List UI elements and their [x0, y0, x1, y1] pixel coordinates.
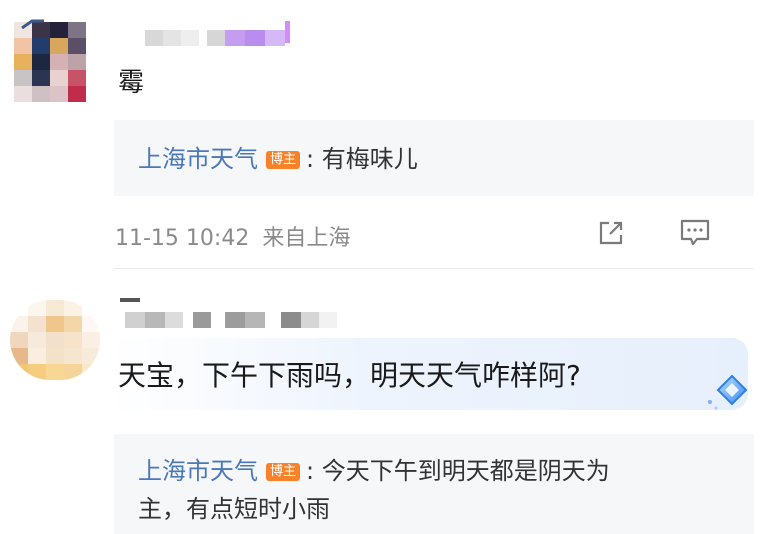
- ai-diamond-icon[interactable]: [704, 372, 750, 412]
- reply-text-continued: 主，有点短时小雨: [138, 495, 330, 523]
- divider: [114, 268, 754, 269]
- comment-button[interactable]: [678, 216, 712, 250]
- reply-text: 今天下午到明天都是阴天为: [321, 457, 610, 485]
- timestamp: 11-15 10:42: [115, 226, 250, 251]
- decorative-mark: [120, 298, 140, 302]
- blogger-badge: 博主: [266, 463, 301, 481]
- avatar-badge-icon: [20, 14, 46, 30]
- reply-separator: :: [306, 457, 315, 485]
- reply-author-link[interactable]: 上海市天气: [138, 457, 258, 485]
- reply-line: 上海市天气 博主: 有梅味儿: [138, 140, 418, 178]
- blogger-badge: 博主: [266, 151, 301, 169]
- comment-text: 霉: [118, 68, 145, 98]
- share-icon: [599, 221, 623, 245]
- location: 来自上海: [262, 226, 351, 251]
- avatar[interactable]: [10, 300, 100, 380]
- reply-box[interactable]: 上海市天气 博主: 有梅味儿: [114, 120, 754, 196]
- avatar[interactable]: [14, 22, 86, 102]
- reply-box[interactable]: 上海市天气 博主: 今天下午到明天都是阴天为 主，有点短时小雨: [114, 434, 754, 534]
- reply-text: 有梅味儿: [321, 145, 418, 173]
- username-blurred[interactable]: [125, 312, 337, 328]
- reply-line: 上海市天气 博主: 今天下午到明天都是阴天为 主，有点短时小雨: [138, 452, 738, 528]
- comment-icon: [680, 219, 710, 246]
- share-button[interactable]: [594, 216, 628, 250]
- reply-separator: :: [306, 145, 315, 173]
- username-blurred[interactable]: [145, 21, 290, 46]
- reply-author-link[interactable]: 上海市天气: [138, 145, 258, 173]
- comment-text: 天宝，下午下雨吗，明天天气咋样阿?: [118, 359, 581, 392]
- comment-meta: 11-15 10:42 来自上海: [115, 220, 350, 252]
